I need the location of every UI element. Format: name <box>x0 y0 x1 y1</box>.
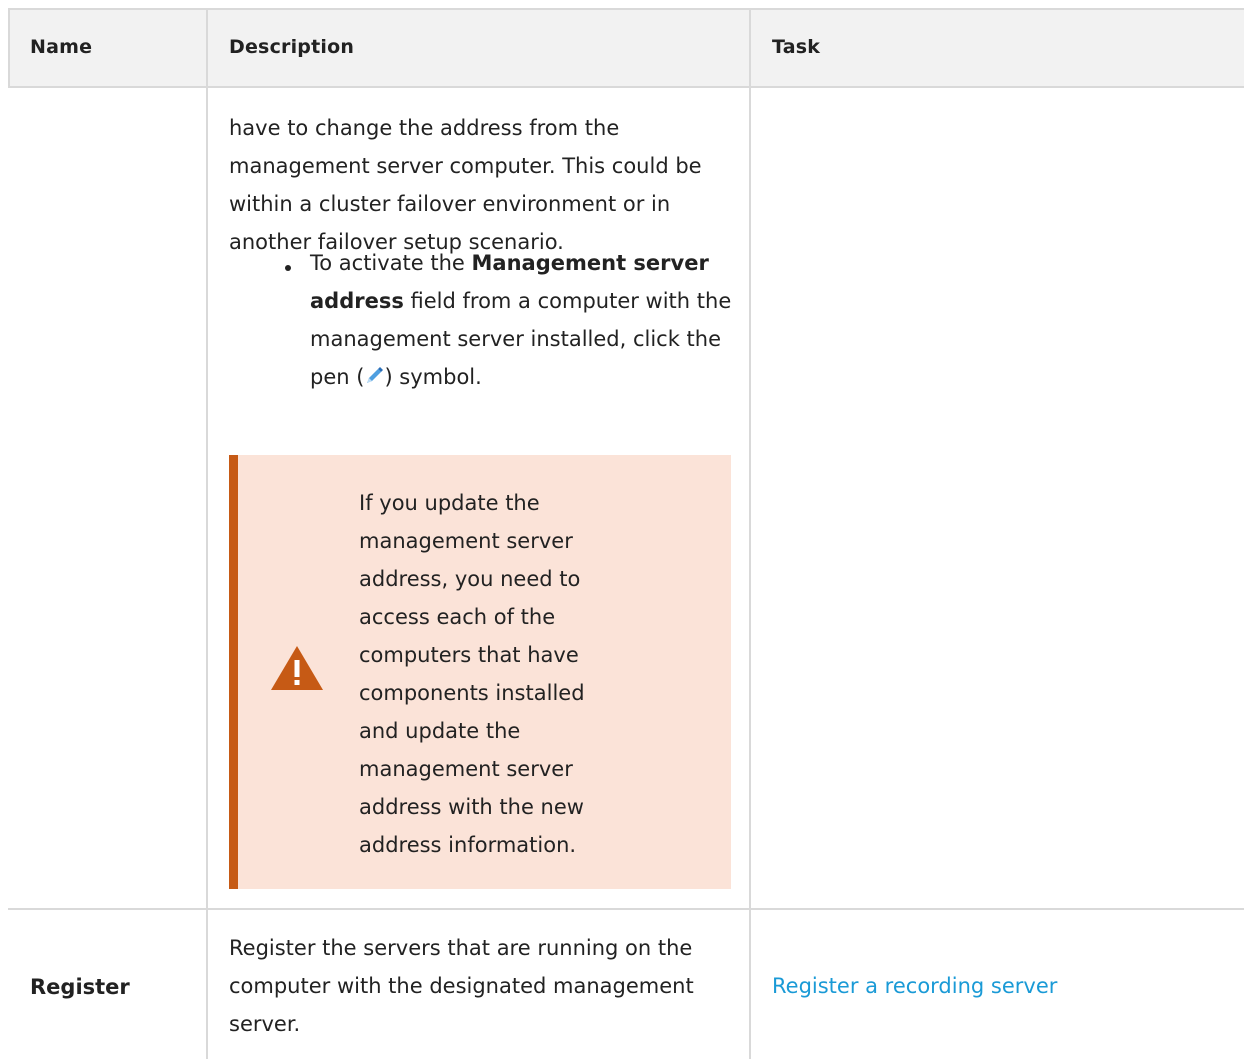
column-header-task: Task <box>772 36 821 58</box>
bullet-dot <box>285 265 291 271</box>
pen-icon <box>364 360 384 383</box>
register-description: Register the servers that are running on… <box>229 936 694 1036</box>
bullet-text-after: ) symbol. <box>384 365 482 389</box>
column-divider-name <box>206 8 208 1059</box>
bullet-item: To activate the Management server addres… <box>310 244 750 396</box>
table-header-row <box>8 8 1244 86</box>
warning-accent-bar <box>229 455 238 889</box>
column-divider-description <box>749 8 751 1059</box>
register-recording-server-link[interactable]: Register a recording server <box>772 974 1057 998</box>
warning-text: If you update the management server addr… <box>359 491 585 857</box>
description-paragraph: have to change the address from the mana… <box>229 116 702 254</box>
warning-callout: If you update the management server addr… <box>229 455 731 889</box>
column-header-description: Description <box>229 36 355 58</box>
header-divider <box>8 86 1244 88</box>
row-divider <box>8 908 1244 910</box>
column-header-name: Name <box>30 36 93 58</box>
bullet-text-before: To activate the <box>310 251 472 275</box>
table-left-border <box>8 8 10 86</box>
row-name-register: Register <box>30 975 130 999</box>
table-top-border <box>8 8 1244 10</box>
warning-triangle-icon <box>269 643 325 693</box>
